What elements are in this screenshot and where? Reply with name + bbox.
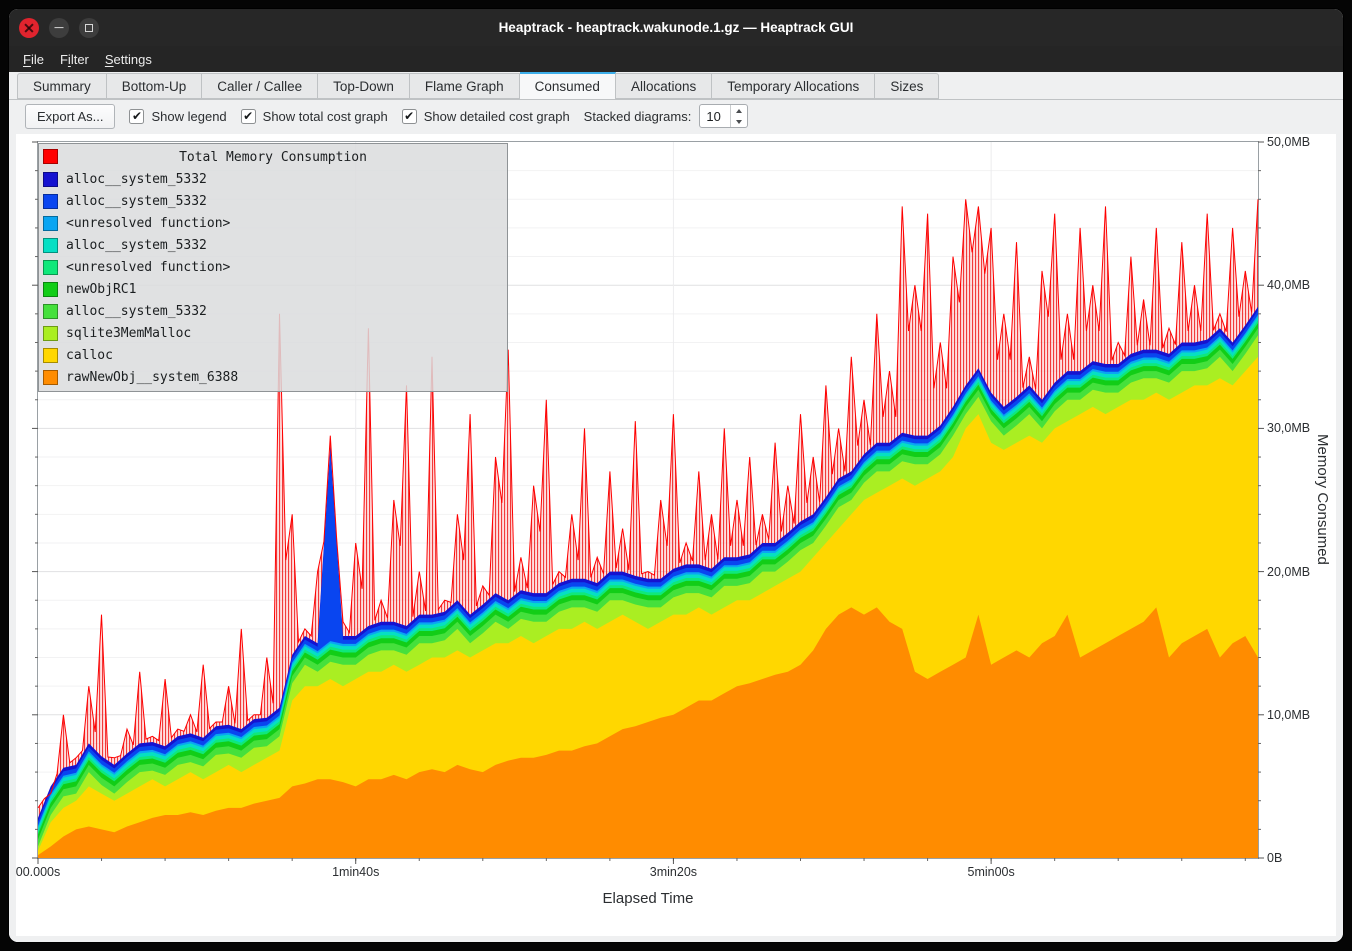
window-title: Heaptrack - heaptrack.wakunode.1.gz — He… — [129, 20, 1223, 35]
y-tick-label: 20,0MB — [1267, 565, 1310, 579]
spinner-down-button[interactable] — [731, 116, 747, 127]
legend-swatch — [43, 370, 58, 385]
legend-swatch — [43, 282, 58, 297]
toolbar: Export As... ✔ Show legend ✔ Show total cos… — [9, 100, 1343, 132]
legend-entry: <unresolved function> — [39, 256, 507, 278]
legend-entry: <unresolved function> — [39, 212, 507, 234]
tab-top-down[interactable]: Top-Down — [318, 73, 410, 99]
tab-bottom-up[interactable]: Bottom-Up — [107, 73, 203, 99]
legend-swatch — [43, 304, 58, 319]
tab-caller-callee[interactable]: Caller / Callee — [202, 73, 318, 99]
menu-filter[interactable]: Filter — [52, 49, 97, 70]
checkbox-label: Show total cost graph — [263, 109, 388, 124]
checkbox-show-total-cost-graph[interactable]: ✔ Show total cost graph — [241, 109, 388, 124]
desktop: { "window": {"title": "Heaptrack - heapt… — [0, 0, 1352, 951]
titlebar[interactable]: Heaptrack - heaptrack.wakunode.1.gz — He… — [9, 9, 1343, 46]
legend-entry: alloc__system_5332 — [39, 190, 507, 212]
tab-allocations[interactable]: Allocations — [616, 73, 712, 99]
legend-label: <unresolved function> — [66, 216, 230, 231]
checkbox-label: Show detailed cost graph — [424, 109, 570, 124]
checkbox-group: ✔ Show legend ✔ Show total cost graph ✔ Show … — [129, 109, 569, 124]
legend-swatch — [43, 348, 58, 363]
maximize-button[interactable] — [79, 18, 99, 38]
legend-swatch — [43, 216, 58, 231]
legend-label: newObjRC1 — [66, 282, 136, 297]
legend-title: Total Memory Consumption — [179, 150, 367, 165]
x-tick-label: 1min40s — [332, 865, 379, 879]
legend-label: alloc__system_5332 — [66, 194, 207, 209]
checkbox-box: ✔ — [241, 109, 256, 124]
checkbox-box: ✔ — [402, 109, 417, 124]
arrow-down-icon — [736, 120, 742, 124]
legend-entry: rawNewObj__system_6388 — [39, 366, 507, 388]
legend-label: sqlite3MemMalloc — [66, 326, 191, 341]
x-axis-title: Elapsed Time — [603, 890, 694, 907]
legend-title-row: Total Memory Consumption — [39, 146, 507, 168]
checkbox-show-detailed-cost-graph[interactable]: ✔ Show detailed cost graph — [402, 109, 570, 124]
y-axis-title: Memory Consumed — [1314, 434, 1331, 565]
x-tick-label: 3min20s — [650, 865, 697, 879]
legend-swatch — [43, 172, 58, 187]
app-window: Heaptrack - heaptrack.wakunode.1.gz — He… — [9, 9, 1343, 942]
legend-swatch — [43, 326, 58, 341]
legend-entry: sqlite3MemMalloc — [39, 322, 507, 344]
tab-bar: SummaryBottom-UpCaller / CalleeTop-DownF… — [9, 72, 1343, 100]
tab-flame-graph[interactable]: Flame Graph — [410, 73, 520, 99]
legend-swatch — [43, 260, 58, 275]
content-area: SummaryBottom-UpCaller / CalleeTop-DownF… — [9, 72, 1343, 942]
maximize-icon — [79, 18, 99, 38]
chart-legend: Total Memory Consumption alloc__system_5… — [38, 143, 508, 392]
legend-swatch — [43, 194, 58, 209]
legend-title-swatch — [43, 149, 58, 164]
legend-label: alloc__system_5332 — [66, 238, 207, 253]
legend-entry: newObjRC1 — [39, 278, 507, 300]
y-tick-label: 30,0MB — [1267, 421, 1310, 435]
legend-label: rawNewObj__system_6388 — [66, 370, 238, 385]
legend-label: <unresolved function> — [66, 260, 230, 275]
minimize-button[interactable] — [49, 18, 69, 38]
tab-temporary-allocations[interactable]: Temporary Allocations — [712, 73, 875, 99]
legend-entry: alloc__system_5332 — [39, 300, 507, 322]
legend-swatch — [43, 238, 58, 253]
legend-entry: alloc__system_5332 — [39, 168, 507, 190]
export-as-button[interactable]: Export As... — [25, 104, 115, 129]
legend-label: alloc__system_5332 — [66, 172, 207, 187]
x-tick-label: 5min00s — [968, 865, 1015, 879]
menu-settings[interactable]: Settings — [97, 49, 160, 70]
spinner-value[interactable]: 10 — [700, 105, 730, 127]
y-tick-label: 10,0MB — [1267, 708, 1310, 722]
stacked-diagrams-group: Stacked diagrams: 10 — [584, 104, 749, 128]
arrow-up-icon — [736, 109, 742, 113]
chart-widget: Total Memory Consumption alloc__system_5… — [16, 134, 1336, 936]
tab-summary[interactable]: Summary — [17, 73, 107, 99]
legend-label: alloc__system_5332 — [66, 304, 207, 319]
minimize-icon — [49, 18, 69, 38]
checkbox-box: ✔ — [129, 109, 144, 124]
x-tick-label: 00.000s — [16, 865, 60, 879]
legend-entry: alloc__system_5332 — [39, 234, 507, 256]
spinner-up-button[interactable] — [731, 105, 747, 116]
menubar: FileFilterSettings — [9, 46, 1343, 72]
stacked-diagrams-label: Stacked diagrams: — [584, 109, 692, 124]
tab-consumed[interactable]: Consumed — [520, 72, 616, 100]
tab-sizes[interactable]: Sizes — [875, 73, 939, 99]
y-tick-label: 50,0MB — [1267, 135, 1310, 149]
x-icon — [19, 18, 39, 38]
checkbox-label: Show legend — [151, 109, 226, 124]
stacked-diagrams-spinner[interactable]: 10 — [699, 104, 748, 128]
y-tick-label: 40,0MB — [1267, 278, 1310, 292]
legend-entry: calloc — [39, 344, 507, 366]
spinner-arrows — [730, 105, 747, 127]
legend-label: calloc — [66, 348, 113, 363]
titlebar-buttons — [9, 18, 99, 38]
y-tick-label: 0B — [1267, 851, 1282, 865]
checkbox-show-legend[interactable]: ✔ Show legend — [129, 109, 226, 124]
menu-file[interactable]: File — [15, 49, 52, 70]
close-button[interactable] — [19, 18, 39, 38]
